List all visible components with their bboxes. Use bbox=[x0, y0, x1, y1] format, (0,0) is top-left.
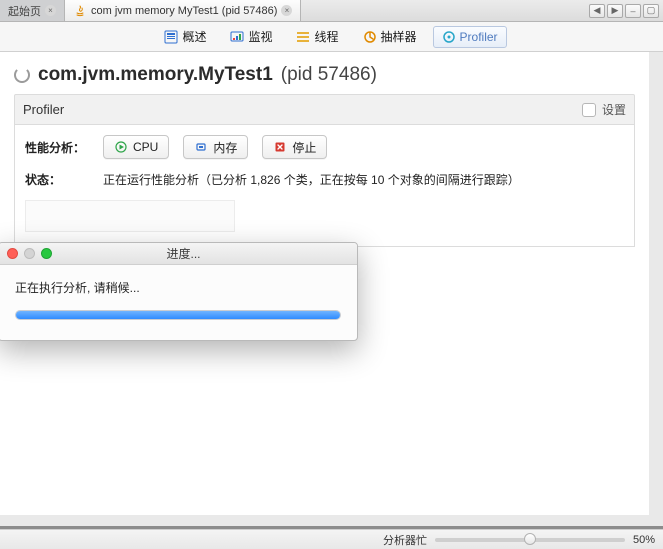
monitor-icon bbox=[230, 30, 244, 44]
cpu-button[interactable]: CPU bbox=[103, 135, 169, 159]
stop-button[interactable]: 停止 bbox=[262, 135, 327, 159]
dialog-titlebar[interactable]: 进度... bbox=[0, 243, 357, 265]
tab-start-page[interactable]: 起始页 × bbox=[0, 0, 65, 21]
progress-bar bbox=[15, 310, 341, 320]
tool-label: 抽样器 bbox=[381, 28, 417, 45]
output-placeholder bbox=[25, 200, 235, 232]
button-label: 内存 bbox=[213, 139, 237, 156]
tool-sampler[interactable]: 抽样器 bbox=[355, 26, 425, 48]
checkbox-icon[interactable] bbox=[582, 103, 596, 117]
window-tabstrip: 起始页 × com jvm memory MyTest1 (pid 57486)… bbox=[0, 0, 663, 22]
stop-icon bbox=[273, 140, 287, 154]
tool-label: 概述 bbox=[182, 28, 206, 45]
tab-process[interactable]: com jvm memory MyTest1 (pid 57486) × bbox=[65, 0, 301, 21]
progress-fill bbox=[16, 311, 340, 319]
dialog-body: 正在执行分析, 请稍候... bbox=[0, 265, 357, 340]
profiler-section-header: Profiler 设置 bbox=[14, 94, 635, 125]
window-restore-button[interactable]: ▢ bbox=[643, 4, 659, 18]
status-row: 状态： 正在运行性能分析（已分析 1,826 个类，正在按每 10 个对象的间隔… bbox=[25, 171, 624, 188]
content-area: com.jvm.memory.MyTest1 (pid 57486) Profi… bbox=[0, 52, 663, 529]
close-icon[interactable]: × bbox=[281, 5, 292, 16]
cpu-run-icon bbox=[114, 140, 128, 154]
tool-profiler[interactable]: Profiler bbox=[433, 26, 507, 48]
nav-fwd-button[interactable]: ▶ bbox=[607, 4, 623, 18]
statusbar-busy-label: 分析器忙 bbox=[383, 532, 427, 548]
tool-monitor[interactable]: 监视 bbox=[222, 26, 280, 48]
tool-label: 线程 bbox=[314, 28, 338, 45]
tabstrip-controls: ◀ ▶ – ▢ bbox=[589, 0, 663, 21]
tool-threads[interactable]: 线程 bbox=[288, 26, 346, 48]
tab-label: 起始页 bbox=[8, 3, 41, 19]
threads-icon bbox=[296, 30, 310, 44]
settings-toggle[interactable]: 设置 bbox=[582, 101, 626, 118]
tool-label: Profiler bbox=[460, 30, 498, 44]
profiler-icon bbox=[442, 30, 456, 44]
dialog-message: 正在执行分析, 请稍候... bbox=[15, 279, 341, 296]
tab-label: com jvm memory MyTest1 (pid 57486) bbox=[91, 5, 277, 17]
loading-spinner-icon bbox=[14, 67, 30, 83]
window-minimize-button[interactable]: – bbox=[625, 4, 641, 18]
button-label: 停止 bbox=[292, 139, 316, 156]
overview-icon bbox=[164, 30, 178, 44]
memory-button[interactable]: 内存 bbox=[183, 135, 248, 159]
tool-label: 监视 bbox=[248, 28, 272, 45]
statusbar-percent: 50% bbox=[633, 534, 655, 546]
settings-label: 设置 bbox=[602, 101, 626, 118]
java-icon bbox=[73, 4, 87, 18]
perf-label: 性能分析： bbox=[25, 139, 89, 156]
status-label: 状态： bbox=[25, 171, 89, 188]
title-pid: (pid 57486) bbox=[281, 64, 377, 86]
view-toolbar: 概述 监视 线程 抽样器 Profiler bbox=[0, 22, 663, 52]
status-bar: 分析器忙 50% bbox=[0, 529, 663, 549]
nav-back-button[interactable]: ◀ bbox=[589, 4, 605, 18]
page-title: com.jvm.memory.MyTest1 (pid 57486) bbox=[14, 64, 635, 86]
slider-knob[interactable] bbox=[524, 533, 536, 545]
memory-icon bbox=[194, 140, 208, 154]
perf-row: 性能分析： CPU 内存 停止 bbox=[25, 135, 624, 159]
window-close-icon[interactable] bbox=[7, 248, 18, 259]
status-slider[interactable] bbox=[435, 538, 625, 542]
status-text: 正在运行性能分析（已分析 1,826 个类，正在按每 10 个对象的间隔进行跟踪… bbox=[103, 171, 520, 188]
section-title: Profiler bbox=[23, 102, 64, 117]
tool-overview[interactable]: 概述 bbox=[156, 26, 214, 48]
dialog-title: 进度... bbox=[18, 245, 349, 262]
profiler-body: 性能分析： CPU 内存 停止 bbox=[14, 125, 635, 247]
close-icon[interactable]: × bbox=[45, 5, 56, 16]
sampler-icon bbox=[363, 30, 377, 44]
button-label: CPU bbox=[133, 140, 158, 154]
progress-dialog: 进度... 正在执行分析, 请稍候... bbox=[0, 242, 358, 341]
title-main: com.jvm.memory.MyTest1 bbox=[38, 64, 273, 86]
